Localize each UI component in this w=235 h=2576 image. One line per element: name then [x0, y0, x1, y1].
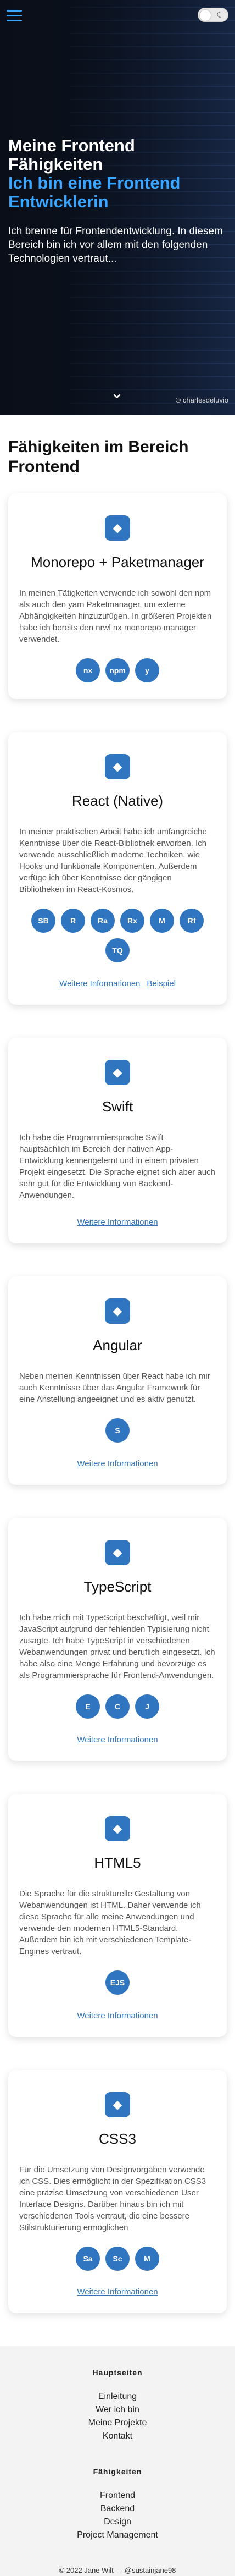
skill-card-tools: S: [30, 1418, 205, 1443]
tool-badge[interactable]: M: [135, 2247, 159, 2271]
tool-badge[interactable]: E: [76, 1694, 100, 1719]
more-info-link[interactable]: Weitere Informationen: [77, 2011, 158, 2021]
typescript-icon: ◆: [105, 1540, 130, 1565]
example-link[interactable]: Beispiel: [147, 979, 176, 988]
tool-badge[interactable]: y: [135, 658, 159, 682]
skill-card-tools: EJS: [30, 1970, 205, 1995]
menu-icon[interactable]: [7, 10, 22, 22]
tool-badge[interactable]: C: [105, 1694, 130, 1719]
skill-card-tools: nx npm y: [30, 658, 205, 682]
skill-card: ◆ TypeScript Ich habe mich mit TypeScrip…: [8, 1518, 227, 1761]
skill-card-text: Ich habe mich mit TypeScript beschäftigt…: [19, 1613, 215, 1680]
skill-card: ◆ HTML5 Die Sprache für die strukturelle…: [8, 1794, 227, 2037]
footer-link[interactable]: Frontend: [0, 2489, 235, 2502]
swift-icon: ◆: [105, 1060, 130, 1085]
tool-badge[interactable]: Sa: [76, 2247, 100, 2271]
dark-mode-toggle[interactable]: ☾: [198, 8, 228, 22]
footer-link[interactable]: Design: [0, 2516, 235, 2529]
footer-skills-title: Fähigkeiten: [93, 2467, 142, 2476]
tool-badge[interactable]: npm: [105, 658, 130, 682]
skill-card: ◆ Angular Neben meinen Kenntnissen über …: [8, 1276, 227, 1485]
angular-icon: ◆: [105, 1298, 130, 1324]
hero-title: Meine Frontend Fähigkeiten Ich bin eine …: [8, 136, 228, 211]
arrow-down-icon[interactable]: ⌄: [109, 385, 125, 401]
skill-card-title: CSS3: [99, 2131, 136, 2147]
footer-link[interactable]: Backend: [0, 2502, 235, 2516]
tool-badge[interactable]: Rx: [120, 909, 144, 933]
skill-card-title: HTML5: [94, 1854, 141, 1871]
footer: Hauptseiten Einleitung Wer ich bin Meine P…: [0, 2346, 235, 2576]
more-info-link[interactable]: Weitere Informationen: [77, 1459, 158, 1468]
html5-icon: ◆: [105, 1816, 130, 1841]
tool-badge[interactable]: EJS: [105, 1970, 130, 1995]
tool-badge[interactable]: Rf: [180, 909, 204, 933]
skill-card-tools: SB R Ra Rx M Rf TQ: [30, 909, 205, 962]
skill-card: ◆ Monorepo + Paketmanager In meinen Täti…: [8, 493, 227, 699]
tool-badge[interactable]: J: [135, 1694, 159, 1719]
tool-badge[interactable]: nx: [76, 658, 100, 682]
skill-card: ◆ Swift Ich habe die Programmiersprache …: [8, 1038, 227, 1243]
copyright: © 2022 Jane Wilt — @sustainjane98: [59, 2566, 176, 2574]
skill-card-title: Monorepo + Paketmanager: [31, 554, 204, 570]
hero: ☾ Meine Frontend Fähigkeiten Ich bin ein…: [0, 0, 235, 415]
tool-badge[interactable]: Sc: [105, 2247, 130, 2271]
more-info-link[interactable]: Weitere Informationen: [77, 1218, 158, 1227]
skill-card-text: Die Sprache für die strukturelle Gestalt…: [19, 1889, 201, 1956]
skill-card-title: Angular: [93, 1337, 142, 1353]
skill-card-text: In meinen Tätigkeiten verwende ich sowoh…: [19, 588, 212, 644]
footer-main-links: Einleitung Wer ich bin Meine Projekte Konta…: [0, 2390, 235, 2443]
package-icon: ◆: [105, 515, 130, 541]
more-info-link[interactable]: Weitere Informationen: [77, 2287, 158, 2297]
footer-skills-links: Frontend Backend Design Project Management: [0, 2489, 235, 2542]
footer-main-title: Hauptseiten: [92, 2368, 143, 2377]
tool-badge[interactable]: Ra: [91, 909, 115, 933]
react-icon: ◆: [105, 754, 130, 779]
more-info-link[interactable]: Weitere Informationen: [77, 1735, 158, 1744]
tool-badge[interactable]: SB: [31, 909, 55, 933]
skill-card: ◆ React (Native) In meiner praktischen A…: [8, 732, 227, 1005]
hero-subtitle: Ich bin eine Frontend Entwicklerin: [8, 173, 181, 211]
skill-card: ◆ CSS3 Für die Umsetzung von Designvorga…: [8, 2070, 227, 2313]
photo-credit: © charlesdeluvio: [175, 396, 228, 404]
tool-badge[interactable]: M: [150, 909, 174, 933]
hero-text: Ich brenne für Frontendentwicklung. In d…: [8, 225, 223, 265]
skill-card-title: React (Native): [71, 792, 164, 809]
footer-link[interactable]: Meine Projekte: [0, 2417, 235, 2430]
tool-badge[interactable]: R: [61, 909, 85, 933]
skill-card-text: Ich habe die Programmiersprache Swift ha…: [19, 1133, 215, 1200]
footer-link[interactable]: Wer ich bin: [0, 2403, 235, 2417]
footer-link[interactable]: Einleitung: [0, 2390, 235, 2403]
moon-icon: ☾: [216, 10, 224, 20]
skill-card-text: In meiner praktischen Arbeit habe ich um…: [19, 827, 207, 894]
section-title: Fähigkeiten im Bereich Frontend: [8, 438, 189, 476]
skill-card-tools: Sa Sc M: [30, 2247, 205, 2271]
tool-badge[interactable]: S: [105, 1418, 130, 1443]
more-info-link[interactable]: Weitere Informationen: [59, 979, 140, 988]
footer-link[interactable]: Project Management: [0, 2529, 235, 2542]
skill-card-text: Neben meinen Kenntnissen über React habe…: [19, 1372, 210, 1404]
tool-badge[interactable]: TQ: [105, 938, 130, 962]
skill-card-tools: ECJ: [30, 1694, 205, 1719]
skill-card-title: TypeScript: [83, 1578, 152, 1595]
skill-card-title: Swift: [102, 1098, 133, 1115]
footer-link[interactable]: Kontakt: [0, 2430, 235, 2443]
css3-icon: ◆: [105, 2092, 130, 2117]
skill-card-text: Für die Umsetzung von Designvorgaben ver…: [19, 2165, 206, 2232]
